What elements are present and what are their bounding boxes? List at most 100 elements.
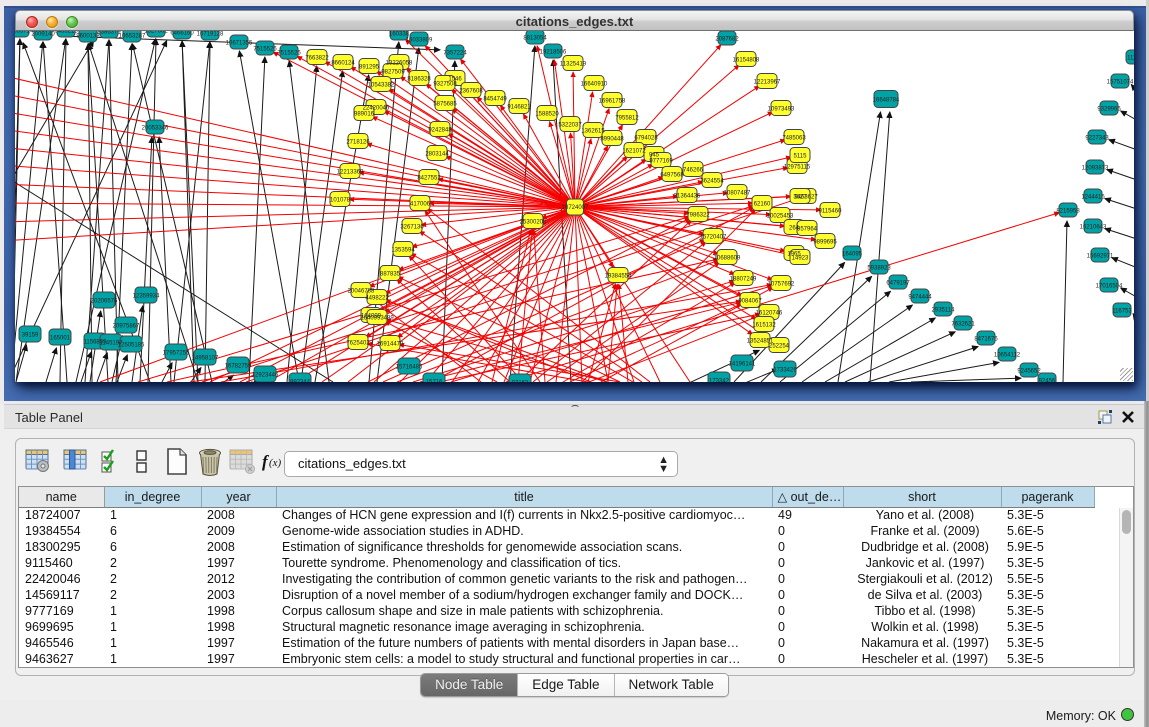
svg-text:97163: 97163 xyxy=(512,380,529,382)
svg-text:7515526: 7515526 xyxy=(253,46,277,52)
svg-text:2087682: 2087682 xyxy=(715,36,739,42)
svg-text:12505185: 12505185 xyxy=(118,342,145,348)
svg-text:9245652: 9245652 xyxy=(1017,368,1041,374)
svg-text:9242848: 9242848 xyxy=(428,127,452,133)
svg-text:15716485: 15716485 xyxy=(396,364,423,370)
svg-text:17957255: 17957255 xyxy=(163,350,190,356)
svg-text:6466160: 6466160 xyxy=(170,31,194,36)
svg-text:11173: 11173 xyxy=(1127,55,1134,61)
svg-text:21364436: 21364436 xyxy=(674,193,701,199)
svg-text:1588520: 1588520 xyxy=(535,111,559,117)
svg-text:2718126: 2718126 xyxy=(346,139,370,145)
svg-text:8186328: 8186328 xyxy=(407,76,431,82)
svg-text:8471676: 8471676 xyxy=(974,336,998,342)
svg-text:10653287: 10653287 xyxy=(119,33,146,39)
svg-text:11325419: 11325419 xyxy=(560,61,587,67)
svg-text:16120746: 16120746 xyxy=(756,310,783,316)
svg-text:14923: 14923 xyxy=(792,255,809,261)
svg-text:1640993489: 1640993489 xyxy=(360,315,394,321)
svg-text:15751074: 15751074 xyxy=(1107,79,1134,85)
svg-text:10688609: 10688609 xyxy=(714,255,741,261)
svg-text:9777169: 9777169 xyxy=(649,158,673,164)
svg-text:1527602: 1527602 xyxy=(144,31,168,34)
svg-text:9899695: 9899695 xyxy=(813,239,837,245)
svg-text:891295: 891295 xyxy=(359,64,380,70)
svg-text:4498222: 4498222 xyxy=(365,295,389,301)
svg-text:16640910: 16640910 xyxy=(581,81,608,87)
svg-text:7663822: 7663822 xyxy=(305,55,329,61)
svg-text:92456: 92456 xyxy=(1039,378,1056,382)
svg-text:(x): (x) xyxy=(269,457,282,469)
svg-text:252254: 252254 xyxy=(769,343,790,349)
svg-text:6794028: 6794028 xyxy=(634,135,658,141)
svg-text:25300205: 25300205 xyxy=(520,219,547,225)
svg-text:2367608: 2367608 xyxy=(459,88,483,94)
svg-text:116753: 116753 xyxy=(1112,308,1132,314)
svg-text:10807487: 10807487 xyxy=(724,190,751,196)
svg-text:2009140: 2009140 xyxy=(31,31,55,37)
svg-text:3624554: 3624554 xyxy=(700,178,724,184)
svg-text:9084067: 9084067 xyxy=(738,298,762,304)
svg-text:101078: 101078 xyxy=(330,197,351,203)
svg-text:8454749: 8454749 xyxy=(483,96,507,102)
svg-text:5875685: 5875685 xyxy=(433,101,457,107)
svg-text:10025453: 10025453 xyxy=(767,213,794,219)
svg-text:9327508: 9327508 xyxy=(433,81,457,87)
svg-text:746266: 746266 xyxy=(683,167,704,173)
svg-text:9146821: 9146821 xyxy=(507,104,531,110)
svg-text:7955812: 7955812 xyxy=(615,115,639,121)
svg-text:8990448: 8990448 xyxy=(600,136,624,142)
svg-text:164095: 164095 xyxy=(842,251,863,257)
svg-text:7632621: 7632621 xyxy=(951,321,975,327)
svg-text:14196141: 14196141 xyxy=(729,361,756,367)
svg-text:9115460: 9115460 xyxy=(819,208,843,214)
svg-text:5115: 5115 xyxy=(794,153,808,159)
svg-text:20206576: 20206576 xyxy=(91,298,118,304)
svg-text:3267130: 3267130 xyxy=(400,224,424,230)
svg-text:7485063: 7485063 xyxy=(782,135,806,141)
svg-text:12359934: 12359934 xyxy=(133,293,160,299)
svg-text:18807249: 18807249 xyxy=(730,276,757,282)
svg-text:7515526: 7515526 xyxy=(277,50,301,56)
svg-text:10543382: 10543382 xyxy=(368,82,395,88)
svg-text:17016504: 17016504 xyxy=(1096,283,1123,289)
svg-text:1615132: 1615132 xyxy=(752,322,776,328)
svg-text:16154808: 16154808 xyxy=(733,57,760,63)
svg-text:10719128: 10719128 xyxy=(197,31,224,37)
svg-text:7986322: 7986322 xyxy=(686,212,710,218)
svg-text:16210643: 16210643 xyxy=(1080,224,1107,230)
svg-text:8215958: 8215958 xyxy=(1056,208,1080,214)
svg-text:14958107: 14958107 xyxy=(192,355,219,361)
svg-text:15692971: 15692971 xyxy=(1087,253,1114,259)
svg-text:1362615: 1362615 xyxy=(581,128,605,134)
svg-text:7357224: 7357224 xyxy=(443,50,467,56)
svg-text:19384554: 19384554 xyxy=(605,273,632,279)
svg-text:8660124: 8660124 xyxy=(331,60,355,66)
svg-text:62160: 62160 xyxy=(754,201,771,207)
svg-text:20053346: 20053346 xyxy=(142,125,169,131)
svg-text:7625402: 7625402 xyxy=(346,340,370,346)
svg-text:8813054: 8813054 xyxy=(523,35,547,41)
svg-text:19218506: 19218506 xyxy=(540,49,567,55)
svg-text:16782759: 16782759 xyxy=(225,363,252,369)
svg-text:2935114: 2935114 xyxy=(932,307,956,313)
svg-text:417006: 417006 xyxy=(410,201,431,207)
svg-text:3627: 3627 xyxy=(793,194,807,200)
svg-text:6497568: 6497568 xyxy=(660,172,684,178)
svg-text:16914479: 16914479 xyxy=(377,341,404,347)
svg-text:6479197: 6479197 xyxy=(886,280,910,286)
svg-text:1621072: 1621072 xyxy=(622,148,646,154)
svg-text:18724007: 18724007 xyxy=(562,205,589,211)
svg-text:8427552: 8427552 xyxy=(417,175,441,181)
svg-text:15716: 15716 xyxy=(426,379,443,382)
svg-text:39159: 39159 xyxy=(22,332,39,338)
svg-text:2803144: 2803144 xyxy=(425,151,449,157)
svg-text:12213967: 12213967 xyxy=(754,79,781,85)
svg-text:10973493: 10973493 xyxy=(768,106,795,112)
svg-text:9329966: 9329966 xyxy=(1097,106,1121,112)
svg-text:12975115: 12975115 xyxy=(784,164,811,170)
svg-text:13226058: 13226058 xyxy=(386,60,413,66)
svg-text:10671355: 10671355 xyxy=(226,40,253,46)
svg-text:1733426: 1733426 xyxy=(773,367,797,373)
svg-text:9474444: 9474444 xyxy=(908,294,932,300)
